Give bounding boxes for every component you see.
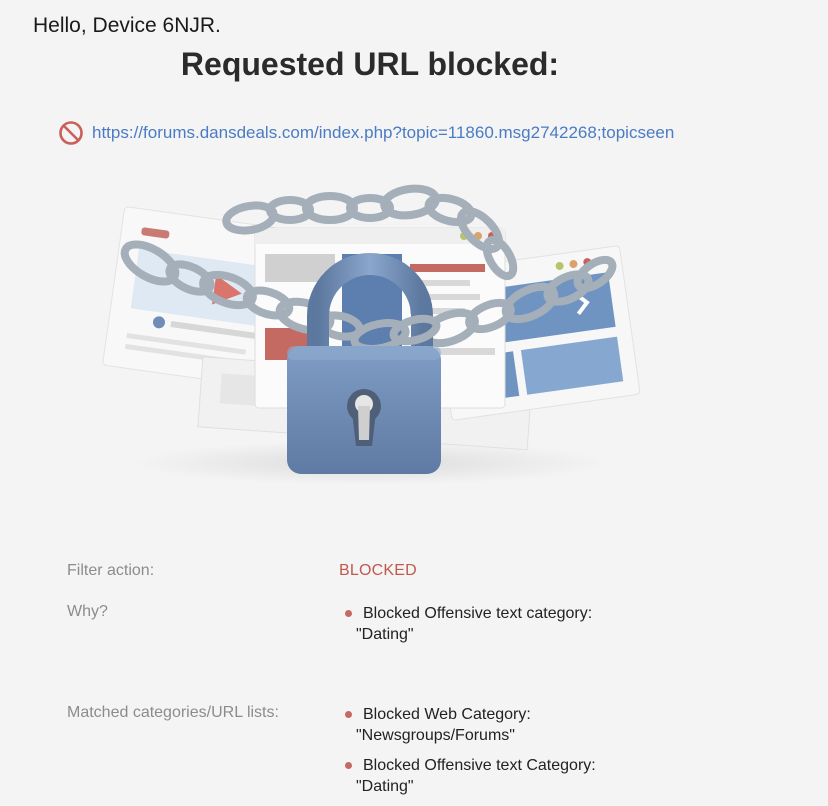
why-label: Why? bbox=[67, 603, 108, 620]
category-line-2: "Newsgroups/Forums" bbox=[356, 727, 515, 744]
blocked-url-row: https://forums.dansdeals.com/index.php?t… bbox=[58, 120, 674, 146]
bullet-dot bbox=[345, 711, 352, 718]
bullet-dot bbox=[345, 762, 352, 769]
list-item: Blocked Offensive text Category: "Dating… bbox=[339, 755, 596, 797]
greeting: Hello, Device 6NJR. bbox=[33, 14, 221, 37]
matched-categories: Blocked Web Category: "Newsgroups/Forums… bbox=[339, 704, 596, 806]
category-line-1: Blocked Offensive text Category: bbox=[363, 757, 596, 774]
reason-line-1: Blocked Offensive text category: bbox=[363, 605, 593, 622]
list-item: Blocked Offensive text category: "Dating… bbox=[339, 603, 592, 645]
category-line-2: "Dating" bbox=[356, 778, 414, 795]
padlock-chained-browser-windows-illustration bbox=[90, 178, 650, 488]
filter-action-label: Filter action: bbox=[67, 562, 155, 579]
blocked-url-link[interactable]: https://forums.dansdeals.com/index.php?t… bbox=[92, 123, 674, 143]
reason-line-2: "Dating" bbox=[356, 626, 414, 643]
page-title: Requested URL blocked: bbox=[180, 46, 560, 82]
list-item: Blocked Web Category: "Newsgroups/Forums… bbox=[339, 704, 596, 746]
category-line-1: Blocked Web Category: bbox=[363, 706, 531, 723]
matched-label: Matched categories/URL lists: bbox=[67, 704, 279, 721]
no-entry-icon bbox=[58, 120, 84, 146]
why-reasons: Blocked Offensive text category: "Dating… bbox=[339, 603, 592, 654]
bullet-dot bbox=[345, 610, 352, 617]
filter-action-value: BLOCKED bbox=[339, 562, 417, 579]
